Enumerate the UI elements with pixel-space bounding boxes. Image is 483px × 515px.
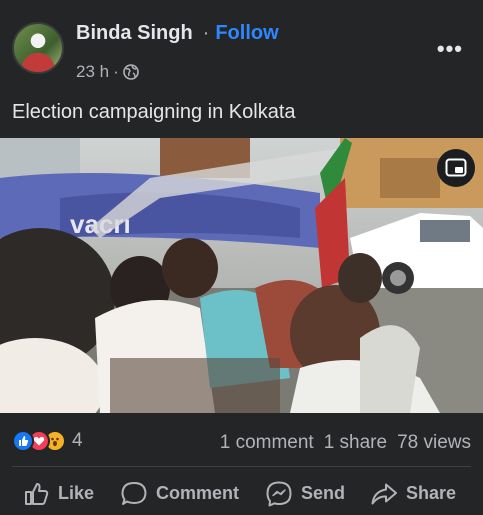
reaction-count: 4 bbox=[72, 430, 83, 451]
name-separator: · bbox=[202, 22, 210, 44]
like-button[interactable]: Like bbox=[24, 482, 94, 506]
post-actions: Like Comment Send Share bbox=[0, 472, 483, 515]
author-row: Binda Singh · Follow bbox=[76, 22, 279, 45]
post-time[interactable]: 23 h bbox=[76, 62, 109, 82]
more-options-icon[interactable]: ••• bbox=[437, 36, 463, 62]
author-avatar[interactable] bbox=[12, 22, 64, 74]
video-frame: vacrı bbox=[0, 138, 483, 413]
reactions-summary[interactable]: 4 bbox=[12, 430, 83, 452]
comment-icon bbox=[121, 481, 147, 505]
share-label: Share bbox=[406, 483, 457, 503]
messenger-icon bbox=[266, 481, 292, 506]
action-divider bbox=[12, 466, 471, 467]
share-count[interactable]: 1 share bbox=[324, 432, 387, 453]
follow-button[interactable]: Follow bbox=[215, 22, 278, 45]
comment-count[interactable]: 1 comment bbox=[220, 432, 314, 453]
send-button[interactable]: Send bbox=[265, 480, 345, 508]
post-meta: 23 h · bbox=[76, 62, 139, 82]
engagement-counts: 1 comment 1 share 78 views bbox=[210, 432, 471, 454]
picture-in-picture-icon bbox=[445, 158, 467, 177]
thumbs-up-icon bbox=[25, 482, 49, 505]
share-arrow-icon bbox=[371, 483, 397, 504]
comment-button[interactable]: Comment bbox=[120, 481, 239, 507]
picture-in-picture-button[interactable] bbox=[437, 149, 475, 187]
like-icon bbox=[12, 430, 34, 452]
video-player[interactable]: vacrı bbox=[0, 138, 483, 413]
view-count: 78 views bbox=[397, 432, 471, 453]
globe-icon bbox=[122, 64, 139, 80]
like-label: Like bbox=[58, 483, 95, 503]
comment-label: Comment bbox=[156, 483, 240, 503]
post-stats: 4 1 comment 1 share 78 views bbox=[0, 424, 483, 460]
send-label: Send bbox=[301, 483, 346, 503]
author-name[interactable]: Binda Singh bbox=[76, 22, 193, 45]
share-button[interactable]: Share bbox=[370, 482, 456, 506]
post-caption: Election campaigning in Kolkata bbox=[12, 101, 296, 123]
post-header: Binda Singh · Follow 23 h · ••• bbox=[0, 0, 483, 90]
meta-separator: · bbox=[113, 62, 119, 81]
